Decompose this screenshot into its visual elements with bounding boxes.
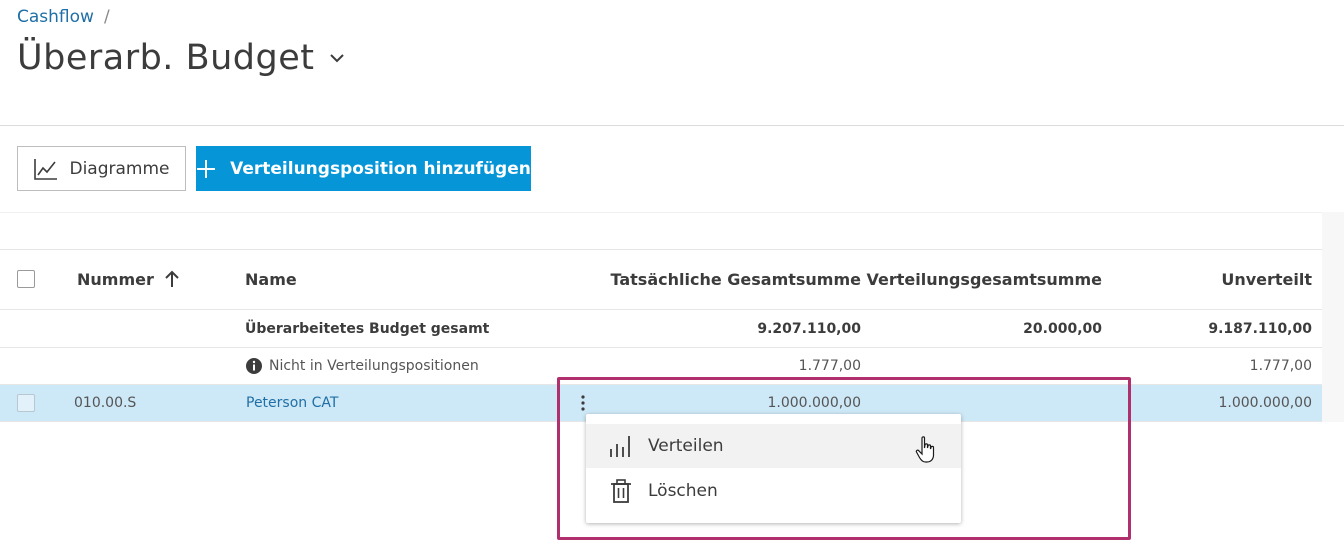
- row-distribution-total: 20.000,00: [1023, 320, 1102, 337]
- header-divider: [0, 125, 1344, 126]
- title-row: Überarb. Budget: [17, 38, 346, 78]
- table-row: Nicht in Verteilungspositionen 1.777,00 …: [0, 348, 1322, 385]
- row-actual-total: 1.777,00: [798, 358, 861, 374]
- page-title: Überarb. Budget: [17, 38, 315, 78]
- table-row: Überarbeitetes Budget gesamt 9.207.110,0…: [0, 310, 1322, 348]
- trash-icon: [611, 479, 631, 503]
- charts-button-label: Diagramme: [69, 158, 170, 179]
- select-all-checkbox[interactable]: [17, 270, 35, 288]
- menu-item-delete[interactable]: Löschen: [586, 469, 961, 513]
- context-menu: Verteilen Löschen: [586, 414, 961, 523]
- breadcrumb-cashflow-link[interactable]: Cashflow: [17, 7, 94, 27]
- charts-button[interactable]: Diagramme: [17, 146, 186, 191]
- row-name-cell: Nicht in Verteilungspositionen: [245, 348, 479, 384]
- column-header-number[interactable]: Nummer: [77, 249, 180, 309]
- table-header-row: Nummer Name Tatsächliche Gesamtsumme Ver…: [0, 249, 1322, 310]
- row-actual-total: 9.207.110,00: [757, 320, 861, 337]
- info-icon: [246, 358, 262, 374]
- table-toolbar-band: [0, 212, 1322, 250]
- row-name: Nicht in Verteilungspositionen: [269, 358, 479, 374]
- menu-item-distribute-label: Verteilen: [648, 436, 724, 456]
- row-name: Überarbeitetes Budget gesamt: [245, 320, 490, 337]
- row-undistributed: 9.187.110,00: [1208, 320, 1312, 337]
- breadcrumb-separator: /: [103, 7, 110, 27]
- menu-item-delete-label: Löschen: [648, 481, 718, 501]
- row-undistributed: 1.000.000,00: [1218, 395, 1312, 411]
- column-header-distribution-total[interactable]: Verteilungsgesamtsumme: [866, 249, 1102, 309]
- column-header-undistributed[interactable]: Unverteilt: [1110, 249, 1312, 309]
- row-name-link[interactable]: Peterson CAT: [246, 385, 338, 421]
- column-header-number-label: Nummer: [77, 269, 154, 289]
- row-checkbox[interactable]: [17, 394, 35, 412]
- row-number: 010.00.S: [74, 395, 137, 411]
- column-header-name[interactable]: Name: [245, 249, 297, 309]
- table-scrollbar[interactable]: [1322, 212, 1344, 422]
- chevron-down-icon[interactable]: [328, 49, 346, 67]
- plus-icon: [197, 159, 216, 178]
- distribute-bars-icon: [610, 436, 630, 457]
- line-chart-icon: [34, 158, 58, 180]
- menu-item-distribute[interactable]: Verteilen: [586, 424, 961, 468]
- hand-pointer-icon: [915, 436, 935, 463]
- add-distribution-button-label: Verteilungsposition hinzufügen: [230, 158, 531, 179]
- breadcrumb: Cashflow /: [17, 7, 110, 27]
- add-distribution-button[interactable]: Verteilungsposition hinzufügen: [196, 146, 531, 191]
- row-undistributed: 1.777,00: [1249, 358, 1312, 374]
- column-header-actual-total[interactable]: Tatsächliche Gesamtsumme: [560, 249, 862, 309]
- arrow-up-icon: [165, 270, 179, 287]
